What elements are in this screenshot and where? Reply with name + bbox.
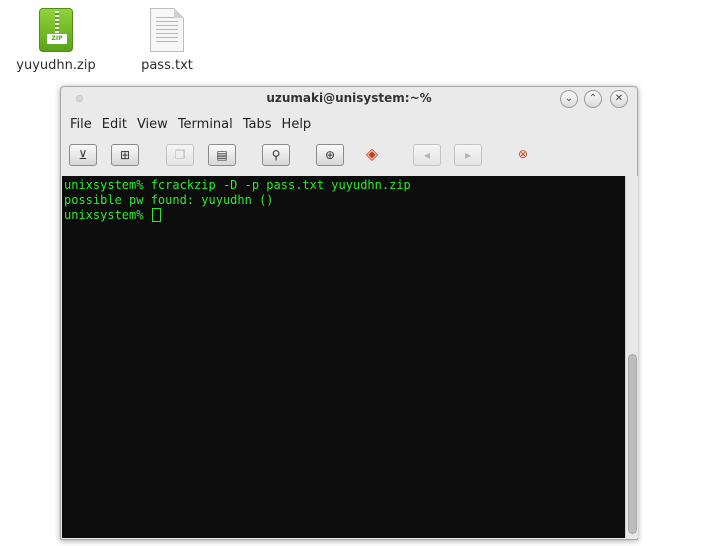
desktop-icon-label: pass.txt (141, 58, 193, 73)
desktop-icon-label: yuyudhn.zip (16, 58, 96, 73)
new-tab-icon: ⊻ (78, 148, 88, 162)
desktop-icon-pass-txt[interactable]: pass.txt (117, 8, 217, 73)
menu-file[interactable]: File (65, 117, 97, 132)
window-title: uzumaki@unisystem:~% (266, 91, 432, 105)
paste-button[interactable]: ▤ (208, 144, 236, 166)
terminal-output[interactable]: unixsystem% fcrackzip -D -p pass.txt yuy… (62, 176, 625, 538)
help-button[interactable]: ⊗ (509, 144, 537, 166)
fullscreen-icon: ⊕ (324, 148, 336, 162)
menu-tabs[interactable]: Tabs (238, 117, 277, 132)
scrollbar-thumb[interactable] (628, 354, 637, 534)
paste-icon: ▤ (216, 148, 228, 162)
search-icon: ⚲ (271, 148, 281, 162)
close-button[interactable]: ✕ (610, 90, 628, 108)
text-file-icon (150, 8, 184, 52)
window-titlebar[interactable]: uzumaki@unisystem:~% ⌄ ⌃ ✕ (61, 87, 637, 111)
preferences-button[interactable]: ◈ (358, 144, 386, 166)
previous-tab-button[interactable]: ◂ (413, 144, 441, 166)
menu-help[interactable]: Help (277, 117, 317, 132)
menubar: File Edit View Terminal Tabs Help (61, 111, 637, 137)
terminal-window: uzumaki@unisystem:~% ⌄ ⌃ ✕ File Edit Vie… (60, 86, 638, 540)
terminal-scrollbar[interactable] (625, 176, 638, 538)
forward-arrow-icon: ▸ (464, 148, 472, 162)
back-arrow-icon: ◂ (423, 148, 431, 162)
next-tab-button[interactable]: ▸ (454, 144, 482, 166)
minimize-button[interactable]: ⌄ (560, 90, 578, 108)
help-icon: ⊗ (517, 147, 529, 161)
menu-edit[interactable]: Edit (97, 117, 132, 132)
menu-terminal[interactable]: Terminal (173, 117, 238, 132)
desktop-icon-yuyudhn-zip[interactable]: ZIP yuyudhn.zip (6, 8, 106, 73)
preferences-icon: ◈ (365, 144, 379, 163)
terminal-prompt-line: unixsystem% (64, 208, 625, 223)
new-window-icon: ⊞ (119, 148, 131, 162)
maximize-button[interactable]: ⌃ (584, 90, 602, 108)
menu-view[interactable]: View (132, 117, 173, 132)
search-button[interactable]: ⚲ (262, 144, 290, 166)
new-tab-button[interactable]: ⊻ (69, 144, 97, 166)
text-cursor (151, 208, 161, 222)
terminal-prompt: unixsystem% (64, 208, 151, 222)
zip-archive-icon: ZIP (39, 8, 73, 52)
fullscreen-button[interactable]: ⊕ (316, 144, 344, 166)
copy-icon: ❐ (174, 148, 186, 162)
copy-button[interactable]: ❐ (166, 144, 194, 166)
terminal-line: unixsystem% fcrackzip -D -p pass.txt yuy… (64, 178, 411, 192)
new-window-button[interactable]: ⊞ (111, 144, 139, 166)
toolbar: ⊻ ⊞ ❐ ▤ ⚲ ⊕ ◈ ◂ ▸ ⊗ (61, 137, 637, 177)
terminal-line: possible pw found: yuyudhn () (64, 193, 274, 207)
